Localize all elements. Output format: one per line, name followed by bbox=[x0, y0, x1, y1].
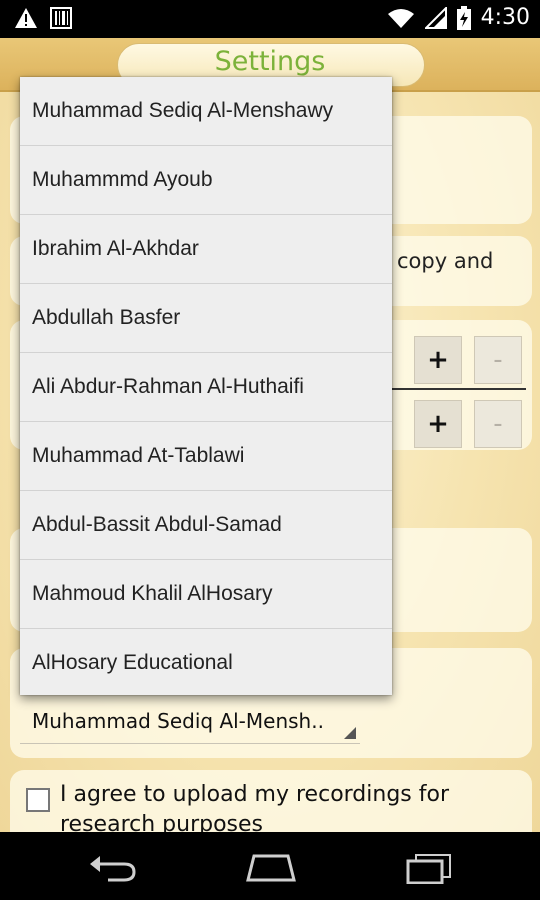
dropdown-item[interactable]: AlHosary Educational bbox=[20, 629, 392, 697]
spinner-arrow-icon bbox=[344, 727, 356, 739]
dropdown-item-label: Muhammad Sediq Al-Menshawy bbox=[32, 99, 334, 122]
warning-icon bbox=[15, 8, 37, 28]
barcode-icon bbox=[50, 7, 72, 29]
dropdown-item[interactable]: Muhammmd Ayoub bbox=[20, 146, 392, 215]
dropdown-item-label: Muhammmd Ayoub bbox=[32, 168, 213, 191]
recent-apps-icon[interactable] bbox=[404, 852, 454, 884]
wifi-icon bbox=[387, 8, 414, 28]
increase-button-2[interactable]: + bbox=[414, 400, 462, 448]
dropdown-item[interactable]: Muhammad At-Tablawi bbox=[20, 422, 392, 491]
increase-button-1[interactable]: + bbox=[414, 336, 462, 384]
dropdown-item-label: Muhammad At-Tablawi bbox=[32, 444, 245, 467]
signal-icon bbox=[424, 6, 447, 29]
status-bar: 4:30 bbox=[0, 0, 540, 38]
home-icon[interactable] bbox=[244, 852, 298, 882]
dropdown-item-label: AlHosary Educational bbox=[32, 651, 233, 674]
dropdown-item[interactable]: Ibrahim Al-Akhdar bbox=[20, 215, 392, 284]
battery-charging-icon bbox=[456, 5, 471, 30]
settings-screen: Settings copy and + - + - Muhammad Sediq… bbox=[0, 38, 540, 832]
dropdown-item-label: Abdul-Bassit Abdul-Samad bbox=[32, 513, 282, 536]
decrease-button-1[interactable]: - bbox=[474, 336, 522, 384]
dropdown-item[interactable]: Muhammad Sediq Al-Menshawy bbox=[20, 77, 392, 146]
upload-consent-label[interactable]: I agree to upload my recordings for rese… bbox=[60, 780, 510, 832]
decrease-button-2[interactable]: - bbox=[474, 400, 522, 448]
reciter-spinner[interactable]: Muhammad Sediq Al-Mensh.. bbox=[20, 707, 360, 744]
dropdown-item[interactable]: Ali Abdur-Rahman Al-Huthaifi bbox=[20, 353, 392, 422]
reciter-spinner-value: Muhammad Sediq Al-Mensh.. bbox=[32, 709, 324, 733]
back-icon[interactable] bbox=[88, 854, 138, 882]
setting-description-fragment: copy and bbox=[397, 249, 494, 273]
fraction-divider bbox=[392, 388, 526, 390]
dropdown-item-label: Ali Abdur-Rahman Al-Huthaifi bbox=[32, 375, 304, 398]
dropdown-item[interactable]: Abdul-Bassit Abdul-Samad bbox=[20, 491, 392, 560]
dropdown-item[interactable]: Mahmoud Khalil AlHosary bbox=[20, 560, 392, 629]
reciter-dropdown: Muhammad Sediq Al-Menshawy Muhammmd Ayou… bbox=[20, 77, 392, 695]
upload-consent-checkbox[interactable] bbox=[26, 788, 50, 812]
dropdown-item[interactable]: Abdullah Basfer bbox=[20, 284, 392, 353]
navigation-bar bbox=[0, 832, 540, 900]
dropdown-item-label: Ibrahim Al-Akhdar bbox=[32, 237, 199, 260]
dropdown-item-label: Mahmoud Khalil AlHosary bbox=[32, 582, 273, 605]
clock: 4:30 bbox=[480, 5, 530, 30]
page-title: Settings bbox=[214, 46, 326, 77]
dropdown-item-label: Abdullah Basfer bbox=[32, 306, 181, 329]
